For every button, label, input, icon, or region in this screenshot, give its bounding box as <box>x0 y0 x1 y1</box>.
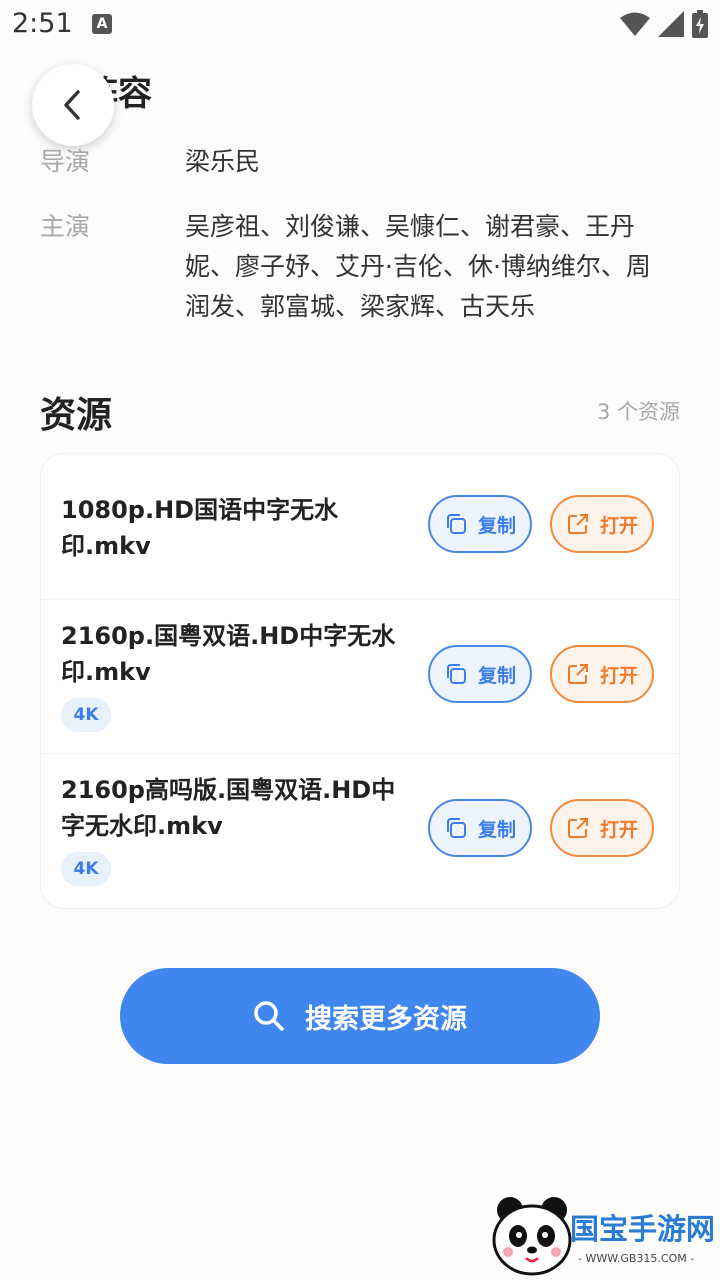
watermark-url: - WWW.GB315.COM - <box>578 1252 695 1265</box>
status-time: 2:51 <box>12 8 73 39</box>
back-button[interactable] <box>32 64 114 146</box>
back-arrow-icon <box>64 90 80 120</box>
open-label: 打开 <box>599 514 638 537</box>
wifi-icon <box>620 12 650 36</box>
open-button[interactable]: 打开 <box>550 645 654 703</box>
copy-icon <box>446 664 466 684</box>
open-button[interactable]: 打开 <box>550 799 654 857</box>
copy-icon <box>446 818 466 838</box>
resource-item: 2160p.国粤双语.HD中字无水印.mkv 4K 复制 打开 <box>41 599 679 754</box>
open-label: 打开 <box>599 818 638 841</box>
copy-button[interactable]: 复制 <box>428 495 532 553</box>
quality-badge: 4K <box>61 698 111 732</box>
signal-icon <box>658 11 684 37</box>
resource-item: 2160p高吗版.国粤双语.HD中字无水印.mkv 4K 复制 打开 <box>41 753 679 908</box>
resource-name: 1080p.HD国语中字无水印.mkv <box>61 496 339 560</box>
resource-list: 1080p.HD国语中字无水印.mkv 复制 打开 2160p.国粤双语.HD中… <box>40 453 680 909</box>
panda-icon <box>492 1197 572 1276</box>
external-open-icon <box>567 818 588 838</box>
copy-label: 复制 <box>477 514 516 537</box>
resource-name: 2160p.国粤双语.HD中字无水印.mkv <box>61 622 396 686</box>
search-more-button[interactable]: 搜索更多资源 <box>120 968 600 1064</box>
director-value: 梁乐民 <box>185 147 261 176</box>
quality-badge: 4K <box>61 852 111 886</box>
copy-label: 复制 <box>477 818 516 841</box>
external-open-icon <box>567 514 588 534</box>
search-more-label: 搜索更多资源 <box>305 1003 467 1035</box>
copy-icon <box>446 514 466 534</box>
notification-a-icon: A <box>92 14 112 34</box>
cast-value: 吴彦祖、刘俊谦、吴慷仁、谢君豪、王丹妮、廖子妤、艾丹·吉伦、休·博纳维尔、周润发… <box>185 212 651 321</box>
search-icon <box>254 1001 284 1031</box>
copy-label: 复制 <box>477 664 516 687</box>
status-bar: 2:51 A <box>0 0 720 52</box>
resource-item: 1080p.HD国语中字无水印.mkv 复制 打开 <box>41 454 679 599</box>
open-label: 打开 <box>599 664 638 687</box>
resources-count: 3 个资源 <box>596 400 680 424</box>
copy-button[interactable]: 复制 <box>428 645 532 703</box>
battery-icon <box>692 10 708 38</box>
cast-label: 主演 <box>40 212 91 241</box>
copy-button[interactable]: 复制 <box>428 799 532 857</box>
external-open-icon <box>567 664 588 684</box>
resource-name: 2160p高吗版.国粤双语.HD中字无水印.mkv <box>61 776 396 840</box>
watermark-logo: 国宝手游网 - WWW.GB315.COM - <box>468 1188 720 1280</box>
watermark-text: 国宝手游网 <box>570 1212 716 1246</box>
status-icons <box>620 10 708 38</box>
open-button[interactable]: 打开 <box>550 495 654 553</box>
resources-title: 资源 <box>40 395 113 436</box>
director-label: 导演 <box>40 147 91 176</box>
